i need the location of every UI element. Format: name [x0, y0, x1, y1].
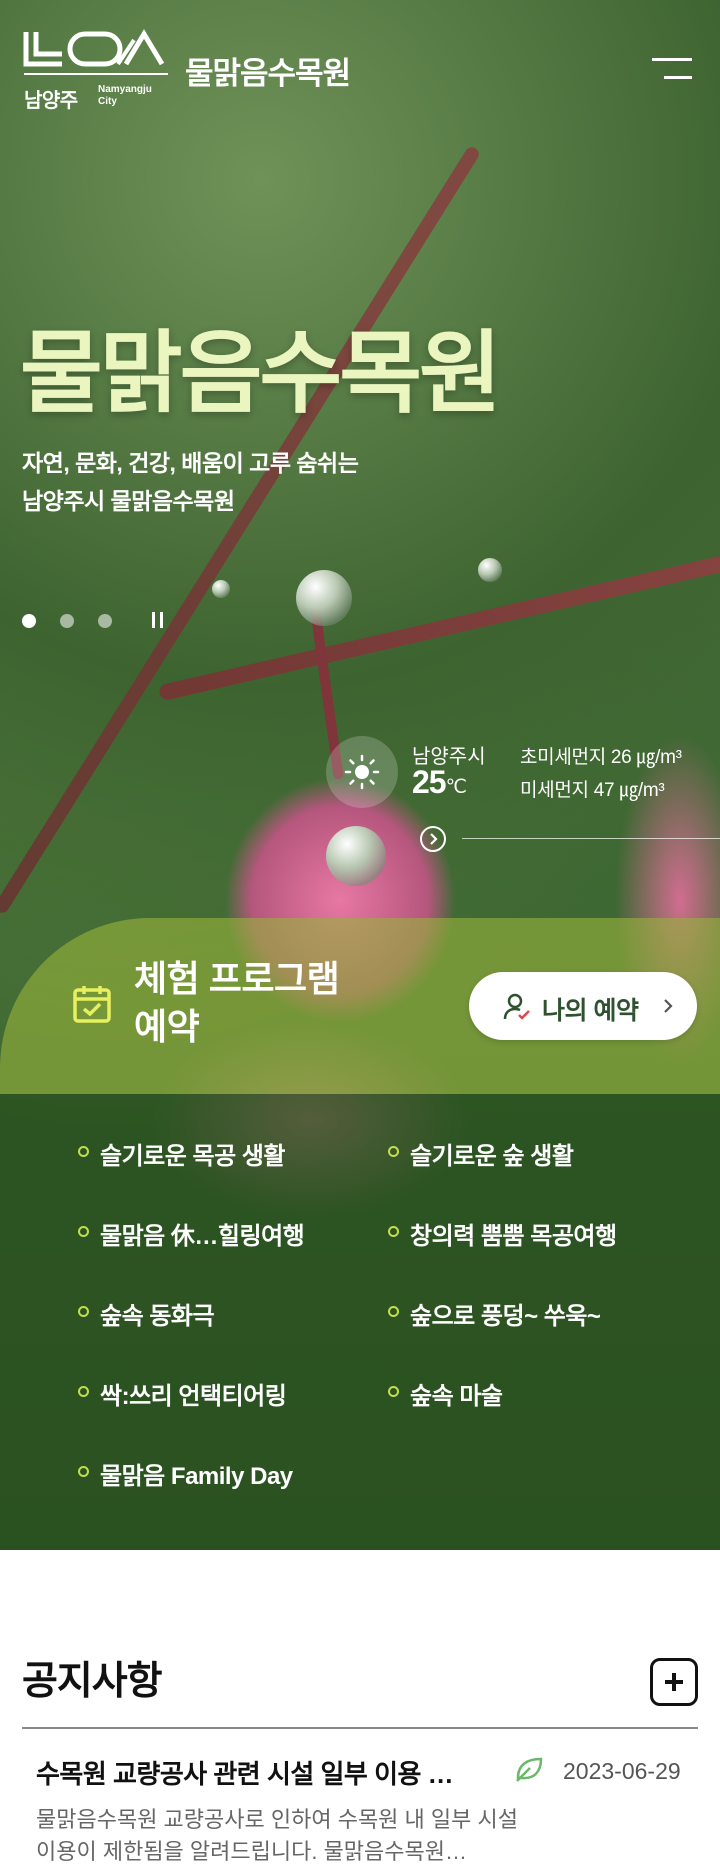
- ultrafine-dust-text: 초미세먼지 26 ㎍/m³: [520, 747, 682, 768]
- program-item[interactable]: 슬기로운 목공 생활: [78, 1136, 285, 1171]
- notice-section: 공지사항 수목원 교량공사 관련 시설 일부 이용 … 2023-06-29 물…: [0, 1550, 720, 1868]
- hero-subtitle-line: 자연, 문화, 건강, 배움이 고루 숨쉬는: [22, 450, 359, 476]
- hero-title: 물맑음수목원: [20, 320, 502, 426]
- pause-icon[interactable]: [150, 612, 166, 630]
- slide-dot-1[interactable]: [22, 614, 36, 628]
- city-logo[interactable]: 남양주 Namyangju City: [22, 28, 170, 112]
- program-item[interactable]: 슬기로운 숲 생활: [388, 1136, 574, 1171]
- slide-dot-2[interactable]: [60, 614, 74, 628]
- site-name[interactable]: 물맑음수목원: [185, 48, 351, 93]
- program-item[interactable]: 싹:쓰리 언택티어링: [78, 1376, 287, 1411]
- divider-line: [462, 838, 720, 839]
- program-item[interactable]: 물맑음 休…힐링여행: [78, 1216, 305, 1251]
- program-title-line: 체험 프로그램: [134, 958, 340, 999]
- city-logo-mark-icon: [23, 29, 168, 75]
- logo-english-line: Namyangju: [98, 84, 152, 95]
- water-drop-decoration: [326, 826, 386, 886]
- water-drop-decoration: [478, 558, 502, 582]
- weather-more-button[interactable]: [420, 826, 446, 852]
- hero-banner: 남양주 Namyangju City 물맑음수목원 물맑음수목원 자연, 문화,…: [0, 0, 720, 1550]
- program-item[interactable]: 숲으로 풍덩~ 쑤욱~: [388, 1296, 601, 1331]
- notice-item-date: 2023-06-29: [563, 1758, 681, 1784]
- leaf-icon: [516, 1757, 543, 1782]
- fine-dust-text: 미세먼지 47 ㎍/m³: [520, 780, 665, 801]
- top-bar: 남양주 Namyangju City 물맑음수목원: [0, 0, 720, 112]
- user-check-icon: [503, 993, 530, 1020]
- divider-line: [22, 1727, 698, 1729]
- temperature-value: 25: [412, 764, 447, 800]
- notice-item[interactable]: 수목원 교량공사 관련 시설 일부 이용 … 2023-06-29 물맑음수목원…: [36, 1744, 696, 1868]
- notice-summary-line: 물맑음수목원 교량공사로 인하여 수목원 내 일부 시설: [36, 1807, 518, 1832]
- water-drop-decoration: [296, 570, 352, 626]
- program-item[interactable]: 물맑음 Family Day: [78, 1456, 293, 1491]
- hero-subtitle-line: 남양주시 물맑음수목원: [22, 488, 235, 514]
- air-quality: 초미세먼지 26 ㎍/m³ 미세먼지 47 ㎍/m³: [520, 741, 682, 807]
- logo-korean-text: 남양주: [24, 90, 78, 112]
- logo-english-text: Namyangju City: [98, 84, 168, 108]
- flower-stem-decoration: [157, 514, 720, 702]
- water-drop-decoration: [212, 580, 230, 598]
- chevron-right-icon: [430, 833, 438, 845]
- hamburger-menu-icon[interactable]: [646, 56, 692, 86]
- chevron-right-icon: [664, 999, 673, 1013]
- notice-item-summary: 물맑음수목원 교량공사로 인하여 수목원 내 일부 시설 이용이 제한됨을 알려…: [36, 1804, 596, 1868]
- notice-title: 공지사항: [22, 1660, 163, 1703]
- hero-subtitle: 자연, 문화, 건강, 배움이 고루 숨쉬는 남양주시 물맑음수목원: [22, 444, 359, 520]
- weather-icon-badge: [326, 736, 398, 808]
- plus-icon[interactable]: [650, 1658, 698, 1706]
- logo-english-line: City: [98, 96, 117, 107]
- notice-summary-line: 이용이 제한됨을 알려드립니다. 물맑음수목원…: [36, 1839, 468, 1864]
- notice-item-title: 수목원 교량공사 관련 시설 일부 이용 …: [36, 1759, 454, 1789]
- program-item[interactable]: 숲속 마술: [388, 1376, 503, 1411]
- program-title-line: 예약: [134, 1006, 200, 1047]
- program-reservation-title: 체험 프로그램 예약: [134, 955, 340, 1051]
- program-list: 슬기로운 목공 생활 슬기로운 숲 생활 물맑음 休…힐링여행 창의력 뿜뿜 목…: [0, 1094, 720, 1550]
- flower-stem-decoration: [0, 144, 482, 916]
- my-reservation-button[interactable]: 나의 예약: [469, 972, 697, 1040]
- sun-icon: [344, 754, 380, 790]
- weather-temperature: 25℃: [412, 764, 467, 801]
- calendar-check-icon: [73, 986, 111, 1023]
- my-reservation-label: 나의 예약: [542, 997, 639, 1025]
- slide-dot-3[interactable]: [98, 614, 112, 628]
- temperature-unit: ℃: [445, 777, 467, 798]
- program-item[interactable]: 창의력 뿜뿜 목공여행: [388, 1216, 617, 1251]
- program-item[interactable]: 숲속 동화극: [78, 1296, 215, 1331]
